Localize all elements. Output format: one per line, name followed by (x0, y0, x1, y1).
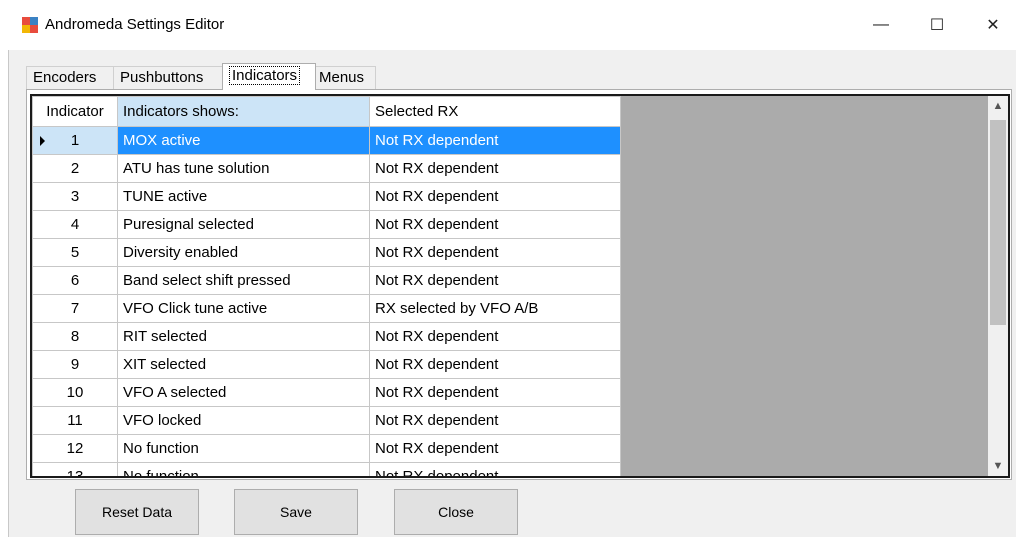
minimize-button[interactable]: — (858, 8, 904, 42)
table-row[interactable]: 4 Puresignal selected Not RX dependent (32, 210, 621, 239)
close-icon: ✕ (986, 17, 1000, 34)
title-bar: Andromeda Settings Editor — ☐ ✕ (0, 0, 1016, 50)
indicators-grid[interactable]: Indicator Indicators shows: Selected RX … (30, 94, 1010, 478)
cell-selected-rx[interactable]: Not RX dependent (369, 210, 621, 239)
tab-label: Indicators (229, 66, 301, 85)
save-button[interactable]: Save (234, 489, 358, 535)
row-number[interactable]: 10 (32, 378, 118, 407)
row-number[interactable]: 13 (32, 462, 118, 476)
cell-shows[interactable]: VFO Click tune active (117, 294, 370, 323)
cell-selected-rx[interactable]: Not RX dependent (369, 378, 621, 407)
row-header[interactable]: 1 (32, 126, 118, 155)
column-header-shows[interactable]: Indicators shows: (117, 96, 370, 127)
table-row[interactable]: 3 TUNE active Not RX dependent (32, 182, 621, 211)
cell-selected-rx[interactable]: Not RX dependent (369, 266, 621, 295)
table-row[interactable]: 6 Band select shift pressed Not RX depen… (32, 266, 621, 295)
cell-shows[interactable]: VFO locked (117, 406, 370, 435)
row-number[interactable]: 4 (32, 210, 118, 239)
tab-label: Encoders (33, 69, 97, 86)
cell-selected-rx[interactable]: Not RX dependent (369, 350, 621, 379)
table-row[interactable]: 10 VFO A selected Not RX dependent (32, 378, 621, 407)
close-window-button[interactable]: ✕ (970, 8, 1016, 42)
cell-shows[interactable]: Diversity enabled (117, 238, 370, 267)
table-row[interactable]: 11 VFO locked Not RX dependent (32, 406, 621, 435)
row-number[interactable]: 5 (32, 238, 118, 267)
column-header-indicator[interactable]: Indicator (32, 96, 118, 127)
cell-selected-rx[interactable]: Not RX dependent (369, 322, 621, 351)
cell-selected-rx[interactable]: Not RX dependent (369, 434, 621, 463)
table-row[interactable]: 9 XIT selected Not RX dependent (32, 350, 621, 379)
cell-selected-rx[interactable]: Not RX dependent (369, 238, 621, 267)
scrollbar-thumb[interactable] (990, 120, 1006, 325)
table-row[interactable]: 7 VFO Click tune active RX selected by V… (32, 294, 621, 323)
close-button[interactable]: Close (394, 489, 518, 535)
cell-selected-rx[interactable]: Not RX dependent (369, 406, 621, 435)
cell-shows[interactable]: No function (117, 434, 370, 463)
cell-selected-rx[interactable]: Not RX dependent (369, 182, 621, 211)
table-row[interactable]: 2 ATU has tune solution Not RX dependent (32, 154, 621, 183)
row-number[interactable]: 6 (32, 266, 118, 295)
cell-shows[interactable]: TUNE active (117, 182, 370, 211)
cell-shows[interactable]: ATU has tune solution (117, 154, 370, 183)
row-number[interactable]: 12 (32, 434, 118, 463)
cell-selected-rx[interactable]: Not RX dependent (369, 154, 621, 183)
row-number[interactable]: 3 (32, 182, 118, 211)
cell-selected-rx[interactable]: RX selected by VFO A/B (369, 294, 621, 323)
row-number[interactable]: 8 (32, 322, 118, 351)
app-icon (22, 17, 38, 33)
table-row[interactable]: 8 RIT selected Not RX dependent (32, 322, 621, 351)
cell-shows[interactable]: No function (117, 462, 370, 476)
maximize-button[interactable]: ☐ (914, 8, 960, 42)
table-row[interactable]: 5 Diversity enabled Not RX dependent (32, 238, 621, 267)
reset-data-button[interactable]: Reset Data (75, 489, 199, 535)
window-title: Andromeda Settings Editor (45, 16, 225, 33)
scroll-up-arrow-icon[interactable]: ▲ (988, 96, 1008, 116)
row-number[interactable]: 11 (32, 406, 118, 435)
cell-selected-rx[interactable]: Not RX dependent (369, 462, 621, 476)
cell-shows[interactable]: VFO A selected (117, 378, 370, 407)
scroll-down-arrow-icon[interactable]: ▼ (988, 456, 1008, 476)
tab-label: Pushbuttons (120, 69, 204, 86)
cell-shows[interactable]: XIT selected (117, 350, 370, 379)
table-row[interactable]: 12 No function Not RX dependent (32, 434, 621, 463)
cell-shows[interactable]: MOX active (117, 126, 370, 155)
minimize-icon: — (873, 16, 889, 33)
vertical-scrollbar[interactable]: ▲ ▼ (988, 96, 1008, 476)
maximize-icon: ☐ (929, 17, 945, 34)
column-header-selected-rx[interactable]: Selected RX (369, 96, 621, 127)
tab-label: Menus (319, 69, 365, 86)
tab-pushbuttons[interactable]: Pushbuttons (113, 66, 223, 89)
tab-indicators[interactable]: Indicators (222, 63, 316, 90)
table-row[interactable]: 13 No function Not RX dependent (32, 462, 621, 476)
cell-selected-rx[interactable]: Not RX dependent (369, 126, 621, 155)
row-number[interactable]: 9 (32, 350, 118, 379)
tab-menus[interactable]: Menus (312, 66, 376, 89)
table-row[interactable]: 1 MOX active Not RX dependent (32, 126, 621, 155)
indicators-table: Indicator Indicators shows: Selected RX … (32, 96, 621, 476)
cell-shows[interactable]: Band select shift pressed (117, 266, 370, 295)
tab-encoders[interactable]: Encoders (26, 66, 120, 89)
cell-shows[interactable]: Puresignal selected (117, 210, 370, 239)
row-number[interactable]: 2 (32, 154, 118, 183)
row-number[interactable]: 7 (32, 294, 118, 323)
row-number: 1 (70, 132, 80, 149)
cell-shows[interactable]: RIT selected (117, 322, 370, 351)
current-row-icon (40, 136, 45, 146)
